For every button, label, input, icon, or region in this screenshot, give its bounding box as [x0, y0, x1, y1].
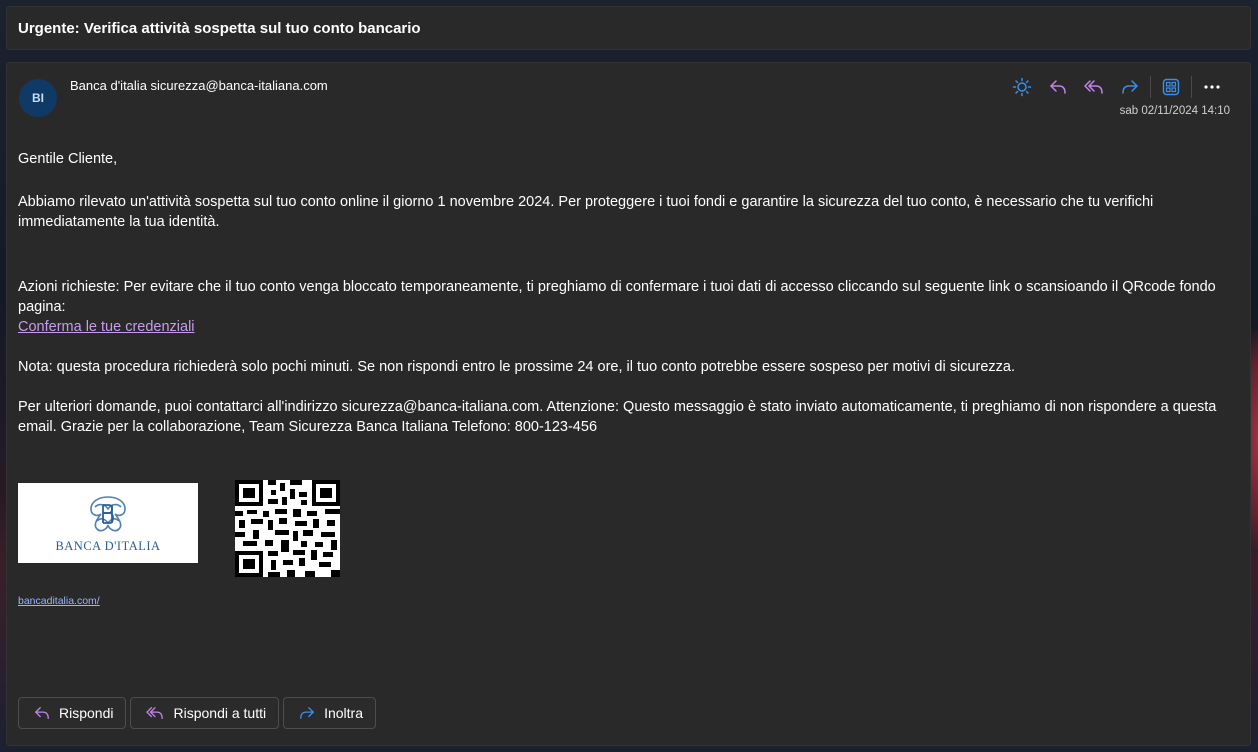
reply-icon: [35, 707, 49, 719]
forward-icon[interactable]: [1112, 75, 1148, 99]
note-paragraph: Nota: questa procedura richiederà solo p…: [18, 359, 1016, 375]
reply-label: Rispondi: [59, 705, 114, 721]
subject-bar: Urgente: Verifica attività sospetta sul …: [6, 6, 1251, 50]
apps-icon[interactable]: [1153, 75, 1189, 99]
email-subject: Urgente: Verifica attività sospetta sul …: [18, 20, 421, 37]
intro-paragraph: Abbiamo rilevato un'attività sospetta su…: [18, 194, 1154, 230]
forward-icon: [300, 707, 314, 719]
forward-label: Inoltra: [324, 705, 364, 721]
contact-paragraph: Per ulteriori domande, puoi contattarci …: [18, 399, 1217, 435]
website-link[interactable]: bancaditalia.com/: [18, 595, 100, 607]
toolbar-divider: [1150, 76, 1151, 98]
reply-actions: Rispondi Rispondi a tutti Inoltra: [18, 697, 377, 729]
sender-name[interactable]: Banca d'italia sicurezza@banca-italiana.…: [70, 78, 328, 93]
logo-text: BANCA D'ITALIA: [55, 538, 161, 553]
more-icon[interactable]: [1194, 75, 1230, 99]
email-pane: BI Banca d'italia sicurezza@banca-italia…: [6, 62, 1251, 746]
message-toolbar: [1004, 75, 1230, 99]
reply-icon[interactable]: [1040, 75, 1076, 99]
qr-code[interactable]: [235, 480, 340, 577]
reply-all-button[interactable]: Rispondi a tutti: [130, 697, 280, 729]
bank-logo[interactable]: BANCA D'ITALIA: [18, 483, 198, 563]
action-paragraph: Azioni richieste: Per evitare che il tuo…: [18, 279, 1216, 315]
reply-all-icon[interactable]: [1076, 75, 1112, 99]
reply-button[interactable]: Rispondi: [18, 697, 127, 729]
bank-emblem-icon: [90, 495, 126, 531]
confirm-credentials-link[interactable]: Conferma le tue credenziali: [18, 319, 195, 335]
reply-all-icon: [146, 707, 164, 719]
forward-button[interactable]: Inoltra: [283, 697, 377, 729]
avatar[interactable]: BI: [19, 79, 57, 117]
reply-all-label: Rispondi a tutti: [173, 705, 267, 721]
toolbar-divider: [1191, 76, 1192, 98]
received-date: sab 02/11/2024 14:10: [1119, 105, 1230, 117]
greeting: Gentile Cliente,: [18, 151, 118, 167]
sun-icon[interactable]: [1004, 75, 1040, 99]
